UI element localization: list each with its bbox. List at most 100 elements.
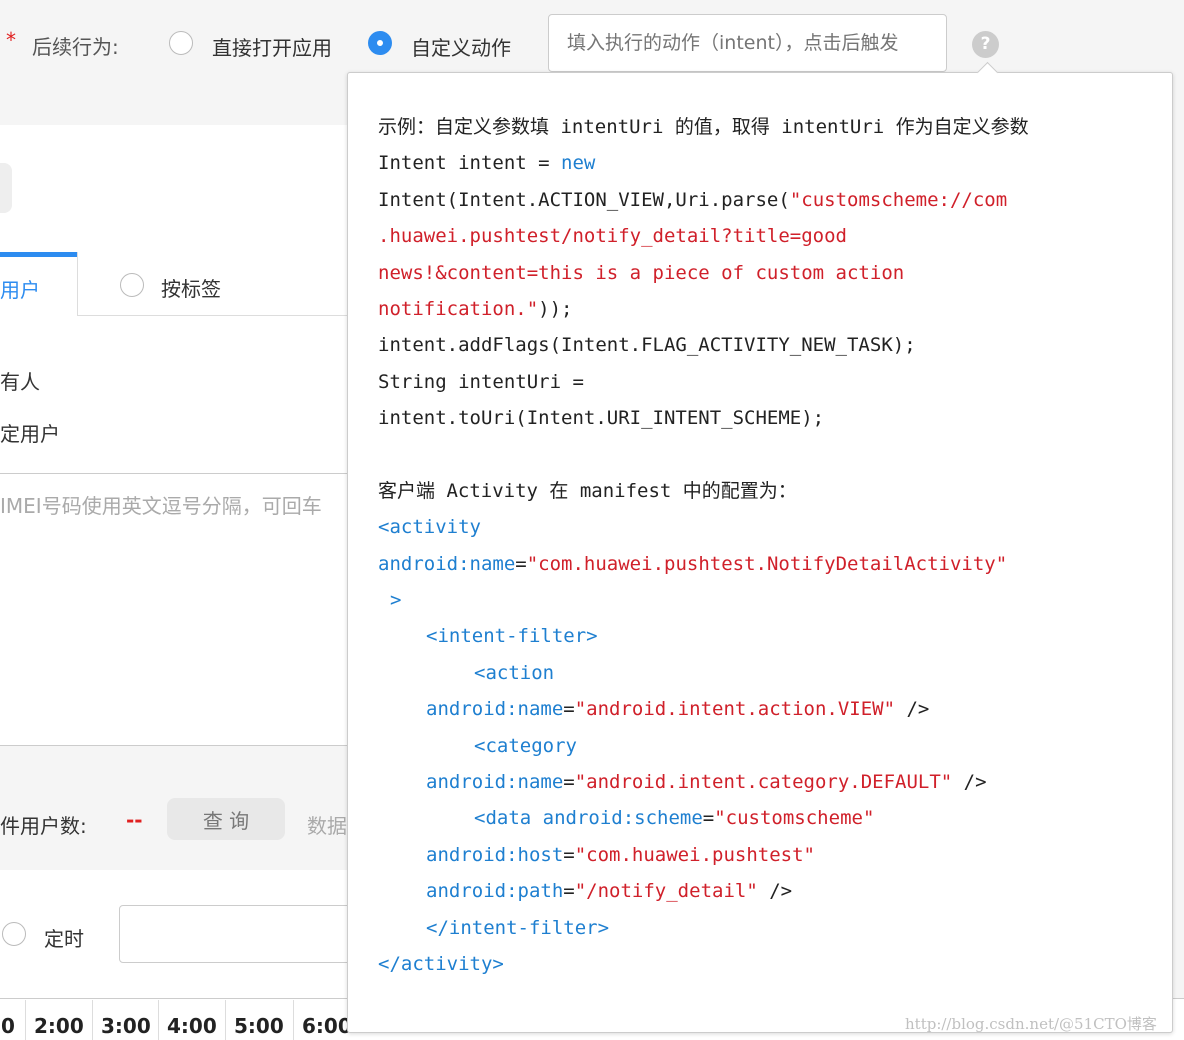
tab-users[interactable]: 用户 (0, 274, 40, 303)
code-token: android:name (426, 698, 564, 721)
option-custom-action-label: 自定义动作 (411, 36, 511, 60)
code-token: = (563, 771, 575, 794)
tab-border (77, 315, 347, 316)
code-line: 示例：自定义参数填 intentUri 的值，取得 intentUri 作为自定… (378, 109, 1029, 145)
radio-custom-action[interactable] (368, 31, 392, 55)
code-token: "customscheme" (714, 807, 875, 830)
code-line: <category (378, 728, 1029, 764)
code-token: notification." (378, 297, 539, 320)
hour-cell[interactable]: 0 (0, 1000, 15, 1040)
code-token: news!&content=this is a piece of custom … (378, 261, 905, 284)
intent-input[interactable] (548, 14, 947, 72)
hour-cell[interactable]: 2:00 (25, 1000, 84, 1040)
code-line: android:name="android.intent.category.DE… (378, 764, 1029, 800)
code-line: <activity (378, 509, 1029, 545)
code-token: intent.toUri(Intent.URI_INTENT_SCHEME); (378, 407, 825, 430)
code-token: String intentUri = (378, 370, 584, 393)
imei-textarea[interactable]: IMEI号码使用英文逗号分隔，可回车 (0, 490, 322, 519)
tab-divider (77, 252, 78, 316)
required-mark: * (6, 28, 16, 52)
code-token: new (561, 152, 596, 175)
code-line: Intent(Intent.ACTION_VIEW,Uri.parse("cus… (378, 182, 1029, 218)
code-token: <activity (378, 516, 481, 539)
code-token: = (515, 552, 527, 575)
input-stub[interactable] (0, 163, 12, 213)
schedule-time-input[interactable] (119, 905, 359, 963)
schedule-label: 定时 (44, 927, 84, 951)
watermark: http://blog.csdn.net/@51CTO博客 (905, 1015, 1157, 1033)
code-token: = (563, 843, 575, 866)
code-line: <intent-filter> (378, 618, 1029, 654)
code-line: String intentUri = (378, 364, 1029, 400)
code-token: 客户端 Activity 在 manifest 中的配置为： (378, 479, 797, 502)
code-line: android:name="com.huawei.pushtest.Notify… (378, 546, 1029, 582)
code-line: news!&content=this is a piece of custom … (378, 255, 1029, 291)
code-token: android:name (378, 552, 516, 575)
code-token: "com.huawei.pushtest.NotifyDetailActivit… (526, 552, 1008, 575)
code-token: /> (952, 771, 987, 794)
code-token: intent.addFlags(Intent.FLAG_ACTIVITY_NEW… (378, 334, 916, 357)
user-count-label: 件用户数: (0, 814, 87, 838)
user-count-value: -- (126, 808, 143, 832)
tab-tags[interactable]: 按标签 (161, 273, 221, 302)
code-token: <intent-filter> (426, 625, 598, 648)
hour-cell[interactable]: 4:00 (158, 1000, 217, 1040)
follow-action-label: 后续行为: (32, 35, 119, 59)
data-label: 数据 (307, 814, 347, 838)
code-token: )); (538, 297, 573, 320)
hour-cell[interactable]: 3:00 (92, 1000, 151, 1040)
option-open-app-label: 直接打开应用 (212, 36, 332, 60)
code-token: <category (474, 734, 577, 757)
radio-open-app[interactable] (169, 31, 193, 55)
tooltip-code: 示例：自定义参数填 intentUri 的值，取得 intentUri 作为自定… (378, 109, 1029, 982)
code-token: "customscheme://com (789, 188, 1008, 211)
intent-help-tooltip: 示例：自定义参数填 intentUri 的值，取得 intentUri 作为自定… (347, 72, 1173, 1033)
code-token: "android.intent.category.DEFAULT" (574, 771, 953, 794)
code-line: 客户端 Activity 在 manifest 中的配置为： (378, 473, 1029, 509)
code-token: "/notify_detail" (574, 880, 758, 903)
code-line: > (378, 582, 1029, 618)
code-line: .huawei.pushtest/notify_detail?title=goo… (378, 218, 1029, 254)
hour-cell[interactable]: 6:00 (293, 1000, 352, 1040)
query-button[interactable]: 查 询 (167, 798, 285, 840)
tab-active-indicator (0, 252, 77, 257)
code-line: android:host="com.huawei.pushtest" (378, 837, 1029, 873)
code-token: "com.huawei.pushtest" (574, 843, 815, 866)
code-token: 示例：自定义参数填 intentUri 的值，取得 intentUri 作为自定… (378, 116, 1029, 138)
code-token: android:path (426, 880, 564, 903)
question-circle-icon[interactable]: ? (972, 31, 999, 58)
code-token: android:host (426, 843, 564, 866)
code-line: <data android:scheme="customscheme" (378, 800, 1029, 836)
code-token: = (702, 807, 715, 830)
code-line: </intent-filter> (378, 910, 1029, 946)
target-all[interactable]: 有人 (0, 366, 40, 395)
code-line: android:name="android.intent.action.VIEW… (378, 691, 1029, 727)
hour-cell[interactable]: 5:00 (225, 1000, 284, 1040)
code-token: /> (757, 880, 793, 903)
code-token: android:name (426, 771, 564, 794)
code-token: = (563, 880, 575, 903)
code-token: Intent(Intent.ACTION_VIEW,Uri.parse( (378, 188, 790, 211)
code-token: </activity> (378, 952, 504, 975)
code-token: "android.intent.action.VIEW" (574, 698, 896, 721)
code-line: intent.toUri(Intent.URI_INTENT_SCHEME); (378, 400, 1029, 436)
code-token: .huawei.pushtest/notify_detail?title=goo… (378, 225, 847, 248)
code-token: = (563, 698, 575, 721)
radio-tags[interactable] (120, 273, 144, 297)
code-token: Intent intent = (378, 152, 562, 175)
code-token: > (390, 589, 402, 612)
code-line: </activity> (378, 946, 1029, 982)
code-line: notification.")); (378, 291, 1029, 327)
code-line: android:path="/notify_detail" /> (378, 873, 1029, 909)
divider (0, 473, 347, 474)
code-token: </intent-filter> (426, 916, 610, 939)
code-token: <data android:scheme (474, 807, 703, 830)
code-token: <action (474, 661, 555, 684)
radio-schedule[interactable] (2, 922, 26, 946)
divider (0, 745, 347, 746)
code-token: /> (895, 698, 930, 721)
code-line: <action (378, 655, 1029, 691)
code-line: intent.addFlags(Intent.FLAG_ACTIVITY_NEW… (378, 327, 1029, 363)
target-specific[interactable]: 定用户 (0, 418, 60, 447)
